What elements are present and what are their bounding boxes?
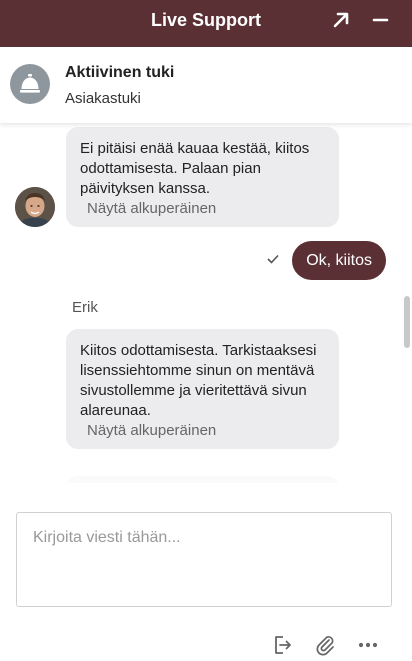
agent-info-bar: Aktiivinen tuki Asiakastuki bbox=[0, 47, 412, 123]
sender-name: Erik bbox=[72, 299, 98, 316]
message-list[interactable]: Ei pitäisi enää kauaa kestää, kiitos odo… bbox=[0, 123, 412, 483]
exit-chat-button[interactable] bbox=[271, 634, 293, 656]
checkmark-icon bbox=[267, 254, 279, 264]
message-text: Kiitos odottamisesta. Tarkistaaksesi lis… bbox=[80, 342, 317, 419]
more-options-icon bbox=[358, 642, 378, 648]
person-photo bbox=[15, 187, 55, 227]
outgoing-message: Ok, kiitos bbox=[292, 241, 386, 280]
popout-button[interactable] bbox=[329, 8, 355, 32]
chat-header: Live Support bbox=[0, 0, 412, 47]
partial-message bbox=[66, 476, 339, 483]
show-original-link[interactable]: Näytä alkuperäinen bbox=[87, 199, 325, 219]
avatar bbox=[15, 187, 55, 227]
service-bell-icon bbox=[20, 74, 40, 93]
message-input[interactable]: Kirjoita viesti tähän... bbox=[16, 512, 392, 607]
arrow-up-right-icon bbox=[333, 12, 349, 28]
exit-chat-icon bbox=[275, 636, 291, 654]
incoming-message: Ei pitäisi enää kauaa kestää, kiitos odo… bbox=[66, 127, 339, 227]
agent-avatar bbox=[10, 64, 50, 104]
scrollbar-thumb[interactable] bbox=[404, 296, 410, 348]
minimize-button[interactable] bbox=[368, 8, 394, 32]
minus-icon bbox=[372, 18, 389, 22]
agent-department: Asiakastuki bbox=[65, 90, 141, 107]
more-options-button[interactable] bbox=[357, 634, 379, 656]
paperclip-icon bbox=[316, 636, 334, 656]
message-text: Ei pitäisi enää kauaa kestää, kiitos odo… bbox=[80, 140, 310, 197]
show-original-link[interactable]: Näytä alkuperäinen bbox=[87, 421, 325, 441]
agent-name: Aktiivinen tuki bbox=[65, 64, 175, 81]
attach-file-button[interactable] bbox=[314, 634, 336, 656]
incoming-message: Kiitos odottamisesta. Tarkistaaksesi lis… bbox=[66, 329, 339, 449]
